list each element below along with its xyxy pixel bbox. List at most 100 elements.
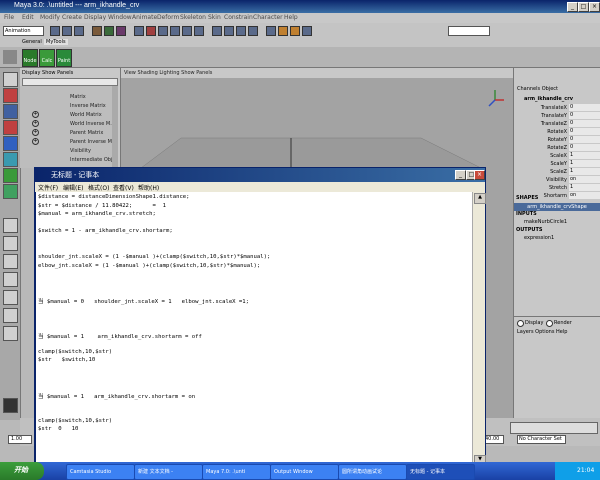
viewport-menu[interactable]: View Shading Lighting Show Panels	[124, 70, 212, 76]
snap-grid-icon[interactable]	[212, 26, 222, 36]
list-item[interactable]: Parent Inverse M.	[70, 139, 114, 145]
quick-selection-field[interactable]	[448, 26, 490, 36]
start-button[interactable]: 开始	[0, 462, 44, 480]
curve-icon[interactable]	[170, 26, 180, 36]
input-node[interactable]: makeNurbCircle1	[524, 219, 567, 225]
layout-side-icon[interactable]	[3, 254, 18, 269]
open-scene-icon[interactable]	[62, 26, 72, 36]
minimize-icon[interactable]: _	[567, 2, 578, 12]
menu-skeleton[interactable]: Skeleton	[180, 14, 206, 21]
shelf-paint-button[interactable]: Paint	[56, 49, 72, 67]
menu-view[interactable]: 查看(V)	[113, 183, 134, 192]
output-node[interactable]: expression1	[524, 235, 554, 241]
list-item[interactable]: Visibility	[70, 148, 91, 154]
render-globals-icon[interactable]	[302, 26, 312, 36]
outliner-menu[interactable]: Display Show Panels	[22, 70, 73, 76]
scale-tool-icon[interactable]	[3, 136, 18, 151]
taskbar-item[interactable]: 圆所谓角动画试论	[338, 464, 407, 480]
expand-icon[interactable]: +	[32, 111, 39, 118]
menu-skin[interactable]: Skin	[208, 14, 221, 21]
list-item[interactable]: Inverse Matrix	[70, 103, 106, 109]
menu-constrain[interactable]: Constrain	[224, 14, 253, 21]
taskbar-item[interactable]: Output Window	[270, 464, 339, 480]
menu-format[interactable]: 格式(O)	[88, 183, 109, 192]
channel-row-scalez[interactable]: ScaleZ 1	[514, 168, 600, 176]
list-item[interactable]: World Matrix	[70, 112, 102, 118]
shelf-node-button[interactable]: Node	[22, 49, 38, 67]
last-tool-icon[interactable]	[3, 184, 18, 199]
layout-graph-icon[interactable]	[3, 290, 18, 305]
menu-file[interactable]: File	[4, 14, 14, 21]
menu-character[interactable]: Character	[253, 14, 283, 21]
layout-hypergraph-icon[interactable]	[3, 308, 18, 323]
close-icon[interactable]: ×	[589, 2, 600, 12]
move-tool-icon[interactable]	[3, 104, 18, 119]
menu-create[interactable]: Create	[62, 14, 82, 21]
render-radio[interactable]	[546, 320, 553, 327]
expand-icon[interactable]: +	[32, 120, 39, 127]
render-icon[interactable]	[278, 26, 288, 36]
select-tool-icon[interactable]	[3, 72, 18, 87]
display-radio[interactable]	[517, 320, 524, 327]
new-scene-icon[interactable]	[50, 26, 60, 36]
menu-help[interactable]: Help	[284, 14, 298, 21]
scroll-up-icon[interactable]: ▲	[474, 193, 486, 204]
layout-single-icon[interactable]	[3, 218, 18, 233]
expand-icon[interactable]: +	[32, 138, 39, 145]
shelf-calc-button[interactable]: Calc	[39, 49, 55, 67]
taskbar-item[interactable]: Maya 7.0: .\unti	[202, 464, 271, 480]
expand-icon[interactable]: +	[32, 129, 39, 136]
taskbar-item[interactable]: 新建 文本文档 -	[134, 464, 203, 480]
channel-row-rotatey[interactable]: RotateY 0	[514, 136, 600, 144]
layout-persp-outliner-icon[interactable]	[3, 272, 18, 287]
mask-icon[interactable]	[134, 26, 144, 36]
outliner-scrollbar[interactable]	[112, 86, 118, 168]
menu-edit[interactable]: Edit	[22, 14, 34, 21]
taskbar-item[interactable]: Camtasia Studio	[66, 464, 135, 480]
maximize-icon[interactable]: □	[578, 2, 589, 12]
tab-general[interactable]: General	[22, 39, 42, 45]
menu-modify[interactable]: Modify	[40, 14, 60, 21]
shelf-menu-icon[interactable]	[3, 50, 17, 64]
channel-box-menu[interactable]: Channels Object	[517, 86, 558, 92]
channel-row-translatez[interactable]: TranslateZ 0	[514, 120, 600, 128]
list-item[interactable]: Matrix	[70, 94, 86, 100]
notepad-text-area[interactable]: $distance = distanceDimensionShape1.dist…	[36, 192, 472, 467]
character-set-field[interactable]: No Character Set	[517, 435, 566, 444]
menu-edit[interactable]: 编辑(E)	[63, 183, 83, 192]
menu-deform[interactable]: Deform	[157, 14, 179, 21]
save-scene-icon[interactable]	[74, 26, 84, 36]
current-time-field[interactable]: 1.00	[8, 435, 32, 444]
playback-controls[interactable]	[510, 422, 598, 434]
list-item[interactable]: World Inverse M.	[70, 121, 112, 127]
snap-point-icon[interactable]	[236, 26, 246, 36]
channel-row-stretch[interactable]: Stretch 1	[514, 184, 600, 192]
notepad-title-bar[interactable]: 无标题 - 记事本 _ □ ×	[35, 168, 485, 182]
joint-icon[interactable]	[158, 26, 168, 36]
mode-select[interactable]: Animation	[3, 26, 44, 36]
surface-icon[interactable]	[182, 26, 192, 36]
channel-row-rotatez[interactable]: RotateZ 0	[514, 144, 600, 152]
layout-render-icon[interactable]	[3, 326, 18, 341]
snap-view-icon[interactable]	[248, 26, 258, 36]
notepad-minimize-icon[interactable]: _	[455, 170, 466, 180]
menu-window[interactable]: Window	[108, 14, 132, 21]
channel-row-rotatex[interactable]: RotateX 0	[514, 128, 600, 136]
select-hierarchy-icon[interactable]	[92, 26, 102, 36]
layout-four-icon[interactable]	[3, 236, 18, 251]
ipr-render-icon[interactable]	[290, 26, 300, 36]
menu-help[interactable]: 帮助(H)	[138, 183, 159, 192]
list-item[interactable]: Intermediate Obj	[70, 157, 112, 163]
list-item[interactable]: Parent Matrix	[70, 130, 103, 136]
select-object-icon[interactable]	[104, 26, 114, 36]
tab-mytools[interactable]: MyTools	[44, 39, 68, 45]
notepad-close-icon[interactable]: ×	[474, 170, 485, 180]
notepad-scrollbar[interactable]: ▲ ▼	[472, 192, 486, 467]
channel-row-scalex[interactable]: ScaleX 1	[514, 152, 600, 160]
menu-file[interactable]: 文件(F)	[38, 183, 58, 192]
deformer-icon[interactable]	[194, 26, 204, 36]
channel-row-translatex[interactable]: TranslateX 0	[514, 104, 600, 112]
layers-menu[interactable]: Layers Options Help	[517, 329, 567, 335]
history-icon[interactable]	[266, 26, 276, 36]
snap-curve-icon[interactable]	[224, 26, 234, 36]
